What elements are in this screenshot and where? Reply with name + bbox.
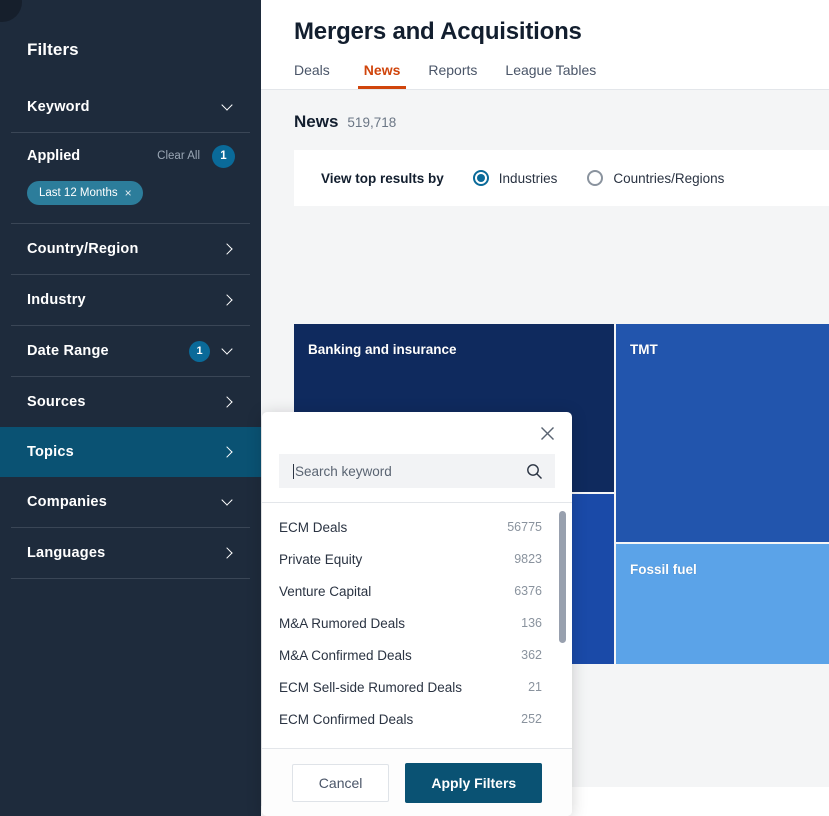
- radio-countries-label: Countries/Regions: [613, 171, 724, 186]
- results-count: 519,718: [347, 115, 396, 130]
- topic-count: 21: [528, 680, 542, 694]
- sidebar-item-label: Country/Region: [27, 241, 221, 257]
- modal-footer: Cancel Apply Filters: [262, 748, 572, 816]
- clear-all-button[interactable]: Clear All: [157, 150, 200, 162]
- search-placeholder: Search keyword: [295, 464, 526, 479]
- list-item[interactable]: Venture Capital 6376: [262, 575, 572, 607]
- date-range-count-badge: 1: [189, 341, 210, 362]
- radio-option-countries-regions[interactable]: Countries/Regions: [587, 170, 724, 186]
- divider: [11, 578, 250, 579]
- modal-header: [262, 412, 572, 444]
- chevron-right-icon: [221, 546, 235, 560]
- treemap-tile-fossil-fuel[interactable]: Fossil fuel: [616, 544, 829, 664]
- chip-label: Last 12 Months: [39, 187, 118, 199]
- topic-count: 56775: [507, 520, 542, 534]
- topic-count: 6376: [514, 584, 542, 598]
- treemap-column-right: TMT Fossil fuel: [616, 324, 829, 664]
- cancel-button[interactable]: Cancel: [292, 764, 390, 802]
- list-item[interactable]: ECM Sell-side Rumored Deals 21: [262, 671, 572, 703]
- sidebar-item-label: Languages: [27, 545, 221, 561]
- sidebar-item-label: Date Range: [27, 343, 189, 359]
- app-root: Filters Keyword Applied Clear All 1 Last…: [0, 0, 829, 816]
- sidebar-item-label: Topics: [27, 444, 221, 460]
- tab-league-tables[interactable]: League Tables: [491, 62, 610, 89]
- sidebar-item-date-range[interactable]: Date Range 1: [0, 326, 261, 376]
- text-cursor: [293, 464, 294, 479]
- apply-filters-button[interactable]: Apply Filters: [405, 763, 542, 803]
- sidebar-item-label: Keyword: [27, 99, 221, 115]
- results-scrollbar[interactable]: [820, 90, 827, 806]
- chevron-right-icon: [221, 242, 235, 256]
- filter-chip-last-12-months[interactable]: Last 12 Months ×: [27, 181, 143, 205]
- applied-chips: Last 12 Months ×: [0, 179, 261, 223]
- chevron-right-icon: [221, 445, 235, 459]
- radio-countries-icon[interactable]: [587, 170, 603, 186]
- view-by-label: View top results by: [321, 171, 444, 186]
- tab-deals[interactable]: Deals: [294, 62, 344, 89]
- chevron-right-icon: [221, 293, 235, 307]
- radio-industries-icon[interactable]: [473, 170, 489, 186]
- list-item[interactable]: Private Equity 9823: [262, 543, 572, 575]
- results-section-label: News: [294, 112, 338, 132]
- sidebar-item-country-region[interactable]: Country/Region: [0, 224, 261, 274]
- modal-search-wrapper: Search keyword: [262, 444, 572, 502]
- topic-name: ECM Confirmed Deals: [279, 712, 521, 727]
- list-item[interactable]: M&A Rumored Deals 136: [262, 607, 572, 639]
- topic-name: ECM Sell-side Rumored Deals: [279, 680, 528, 695]
- filters-heading: Filters: [0, 0, 261, 60]
- topic-count: 136: [521, 616, 542, 630]
- sidebar-item-label: Industry: [27, 292, 221, 308]
- sidebar-item-keyword[interactable]: Keyword: [0, 82, 261, 132]
- applied-label: Applied: [27, 148, 157, 164]
- sidebar-item-label: Companies: [27, 494, 221, 510]
- topic-count: 252: [521, 712, 542, 726]
- search-input[interactable]: Search keyword: [279, 454, 555, 488]
- list-item[interactable]: ECM Confirmed Deals 252: [262, 703, 572, 735]
- tab-news[interactable]: News: [350, 62, 415, 89]
- topics-list[interactable]: ECM Deals 56775 Private Equity 9823 Vent…: [262, 503, 572, 748]
- topic-name: M&A Confirmed Deals: [279, 648, 521, 663]
- sidebar-item-companies[interactable]: Companies: [0, 477, 261, 527]
- view-top-results-by-card: View top results by Industries Countries…: [294, 150, 829, 206]
- topic-name: Private Equity: [279, 552, 514, 567]
- list-item[interactable]: ECM Deals 56775: [262, 511, 572, 543]
- topics-list-scrollbar[interactable]: [559, 503, 566, 748]
- chevron-right-icon: [221, 395, 235, 409]
- applied-count-badge: 1: [212, 145, 235, 168]
- close-icon[interactable]: [536, 422, 558, 444]
- page-title: Mergers and Acquisitions: [261, 0, 829, 46]
- topic-name: Venture Capital: [279, 584, 514, 599]
- topic-name: M&A Rumored Deals: [279, 616, 521, 631]
- treemap-tile-tmt[interactable]: TMT: [616, 324, 829, 542]
- chevron-down-icon: [221, 495, 235, 509]
- chip-remove-icon[interactable]: ×: [125, 187, 132, 199]
- treemap-tile-label: Fossil fuel: [630, 562, 697, 577]
- scrollbar-thumb[interactable]: [559, 511, 566, 643]
- radio-industries-label: Industries: [499, 171, 558, 186]
- search-icon[interactable]: [526, 463, 543, 480]
- sidebar-item-languages[interactable]: Languages: [0, 528, 261, 578]
- sidebar-item-label: Sources: [27, 394, 221, 410]
- treemap-tile-label: TMT: [630, 342, 658, 357]
- chevron-down-icon: [221, 100, 235, 114]
- filters-sidebar: Filters Keyword Applied Clear All 1 Last…: [0, 0, 261, 816]
- chevron-down-icon: [221, 344, 235, 358]
- sidebar-item-industry[interactable]: Industry: [0, 275, 261, 325]
- topic-count: 9823: [514, 552, 542, 566]
- list-item[interactable]: M&A Confirmed Deals 362: [262, 639, 572, 671]
- tab-bar: Deals News Reports League Tables: [261, 46, 829, 90]
- sidebar-item-topics[interactable]: Topics: [0, 427, 261, 477]
- filter-sections: Keyword Applied Clear All 1 Last 12 Mont…: [0, 82, 261, 579]
- sidebar-item-sources[interactable]: Sources: [0, 377, 261, 427]
- treemap-tile-label: Banking and insurance: [308, 342, 457, 357]
- tab-reports[interactable]: Reports: [414, 62, 491, 89]
- results-header: News 519,718: [261, 90, 829, 132]
- radio-option-industries[interactable]: Industries: [473, 170, 558, 186]
- topic-count: 362: [521, 648, 542, 662]
- topic-name: ECM Deals: [279, 520, 507, 535]
- topics-filter-popover: Search keyword ECM Deals 56775 Private E…: [262, 412, 572, 816]
- applied-filters-header: Applied Clear All 1: [0, 133, 261, 179]
